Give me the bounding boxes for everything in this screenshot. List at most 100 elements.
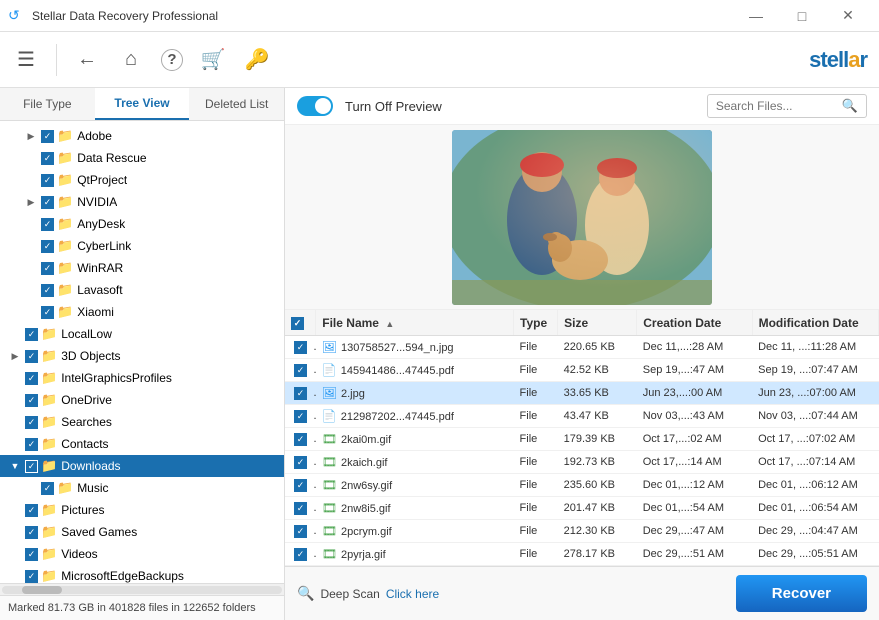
row-checkbox[interactable]: ✓: [294, 410, 307, 423]
preview-toggle[interactable]: [297, 96, 333, 116]
expand-icon[interactable]: [8, 525, 22, 539]
tree-item[interactable]: ✓📁Saved Games: [0, 521, 284, 543]
row-checkbox[interactable]: ✓: [294, 387, 307, 400]
tree-checkbox[interactable]: ✓: [25, 460, 38, 473]
expand-icon[interactable]: [8, 547, 22, 561]
tree-item[interactable]: ✓📁CyberLink: [0, 235, 284, 257]
help-icon[interactable]: ?: [161, 49, 183, 71]
tree-checkbox[interactable]: ✓: [41, 240, 54, 253]
tab-file-type[interactable]: File Type: [0, 88, 95, 120]
tree-checkbox[interactable]: ✓: [41, 130, 54, 143]
tree-checkbox[interactable]: ✓: [25, 416, 38, 429]
expand-icon[interactable]: [24, 151, 38, 165]
row-checkbox[interactable]: ✓: [294, 502, 307, 515]
tree-checkbox[interactable]: ✓: [25, 438, 38, 451]
row-checkbox[interactable]: ✓: [294, 548, 307, 561]
col-header-filename[interactable]: File Name ▲: [316, 310, 514, 336]
tree-item[interactable]: ✓📁AnyDesk: [0, 213, 284, 235]
expand-icon[interactable]: [8, 569, 22, 583]
tree-item[interactable]: ✓📁OneDrive: [0, 389, 284, 411]
table-row[interactable]: ✓🖼130758527...594_n.jpgFile220.65 KBDec …: [285, 336, 879, 359]
row-checkbox[interactable]: ✓: [294, 364, 307, 377]
tree-item[interactable]: ✓📁Lavasoft: [0, 279, 284, 301]
tab-deleted-list[interactable]: Deleted List: [189, 88, 284, 120]
click-here-link[interactable]: Click here: [386, 587, 439, 601]
tree-checkbox[interactable]: ✓: [41, 196, 54, 209]
row-checkbox[interactable]: ✓: [294, 456, 307, 469]
table-row[interactable]: ✓🖼2.jpgFile33.65 KBJun 23,...:00 AMJun 2…: [285, 382, 879, 405]
expand-icon[interactable]: [8, 503, 22, 517]
tree-checkbox[interactable]: ✓: [25, 548, 38, 561]
expand-icon[interactable]: [24, 239, 38, 253]
tree-item[interactable]: ✓📁WinRAR: [0, 257, 284, 279]
tree-item[interactable]: ✓📁Videos: [0, 543, 284, 565]
tree-item[interactable]: ▼✓📁Downloads: [0, 455, 284, 477]
expand-icon[interactable]: ▶: [24, 129, 38, 143]
table-row[interactable]: ✓🎞2nw6sy.gifFile235.60 KBDec 01,...:12 A…: [285, 474, 879, 497]
row-checkbox[interactable]: ✓: [294, 525, 307, 538]
back-icon[interactable]: ←: [73, 46, 101, 74]
tree-item[interactable]: ✓📁LocalLow: [0, 323, 284, 345]
table-row[interactable]: ✓🎞2kaich.gifFile192.73 KBOct 17,...:14 A…: [285, 451, 879, 474]
tree-checkbox[interactable]: ✓: [41, 306, 54, 319]
expand-icon[interactable]: [8, 393, 22, 407]
tree-checkbox[interactable]: ✓: [41, 262, 54, 275]
expand-icon[interactable]: [24, 481, 38, 495]
table-row[interactable]: ✓🎞2kai0m.gifFile179.39 KBOct 17,...:02 A…: [285, 428, 879, 451]
horizontal-scrollbar[interactable]: [0, 583, 284, 595]
select-all-checkbox[interactable]: ✓: [291, 317, 304, 330]
tree-checkbox[interactable]: ✓: [25, 394, 38, 407]
expand-icon[interactable]: [8, 415, 22, 429]
table-row[interactable]: ✓📄145941486...47445.pdfFile42.52 KBSep 1…: [285, 359, 879, 382]
col-header-type[interactable]: Type: [514, 310, 558, 336]
tree-item[interactable]: ✓📁MicrosoftEdgeBackups: [0, 565, 284, 583]
col-header-size[interactable]: Size: [558, 310, 637, 336]
minimize-button[interactable]: —: [733, 0, 779, 32]
col-header-creation[interactable]: Creation Date: [637, 310, 752, 336]
expand-icon[interactable]: ▶: [8, 349, 22, 363]
tree-item[interactable]: ✓📁IntelGraphicsProfiles: [0, 367, 284, 389]
expand-icon[interactable]: [24, 305, 38, 319]
tree-checkbox[interactable]: ✓: [41, 284, 54, 297]
recover-button[interactable]: Recover: [736, 575, 867, 612]
tree-item[interactable]: ▶✓📁3D Objects: [0, 345, 284, 367]
table-row[interactable]: ✓🎞2pyrja.gifFile278.17 KBDec 29,...:51 A…: [285, 543, 879, 566]
tree-checkbox[interactable]: ✓: [41, 152, 54, 165]
expand-icon[interactable]: [8, 371, 22, 385]
tree-item[interactable]: ✓📁Music: [0, 477, 284, 499]
close-button[interactable]: ✕: [825, 0, 871, 32]
tree-item[interactable]: ✓📁Contacts: [0, 433, 284, 455]
table-row[interactable]: ✓📄212987202...47445.pdfFile43.47 KBNov 0…: [285, 405, 879, 428]
tree-item[interactable]: ✓📁Xiaomi: [0, 301, 284, 323]
expand-icon[interactable]: [24, 283, 38, 297]
tree-checkbox[interactable]: ✓: [41, 218, 54, 231]
tree-checkbox[interactable]: ✓: [25, 328, 38, 341]
tree-item[interactable]: ▶✓📁Adobe: [0, 125, 284, 147]
tab-tree-view[interactable]: Tree View: [95, 88, 190, 120]
tree-item[interactable]: ▶✓📁NVIDIA: [0, 191, 284, 213]
tree-checkbox[interactable]: ✓: [41, 174, 54, 187]
tree-checkbox[interactable]: ✓: [25, 350, 38, 363]
tree-checkbox[interactable]: ✓: [41, 482, 54, 495]
maximize-button[interactable]: □: [779, 0, 825, 32]
expand-icon[interactable]: [24, 217, 38, 231]
expand-icon[interactable]: [8, 327, 22, 341]
search-input[interactable]: [716, 99, 836, 113]
row-checkbox[interactable]: ✓: [294, 341, 307, 354]
expand-icon[interactable]: ▼: [8, 459, 22, 473]
tree-item[interactable]: ✓📁QtProject: [0, 169, 284, 191]
key-icon[interactable]: 🔑: [243, 46, 271, 74]
expand-icon[interactable]: [24, 173, 38, 187]
tree-checkbox[interactable]: ✓: [25, 570, 38, 583]
tree-checkbox[interactable]: ✓: [25, 504, 38, 517]
table-row[interactable]: ✓🎞2nw8i5.gifFile201.47 KBDec 01,...:54 A…: [285, 497, 879, 520]
tree-checkbox[interactable]: ✓: [25, 526, 38, 539]
tree-checkbox[interactable]: ✓: [25, 372, 38, 385]
expand-icon[interactable]: [8, 437, 22, 451]
col-header-modified[interactable]: Modification Date: [752, 310, 878, 336]
tree-item[interactable]: ✓📁Pictures: [0, 499, 284, 521]
expand-icon[interactable]: [24, 261, 38, 275]
expand-icon[interactable]: ▶: [24, 195, 38, 209]
menu-icon[interactable]: ☰: [12, 46, 40, 74]
table-row[interactable]: ✓🎞2pcrym.gifFile212.30 KBDec 29,...:47 A…: [285, 520, 879, 543]
